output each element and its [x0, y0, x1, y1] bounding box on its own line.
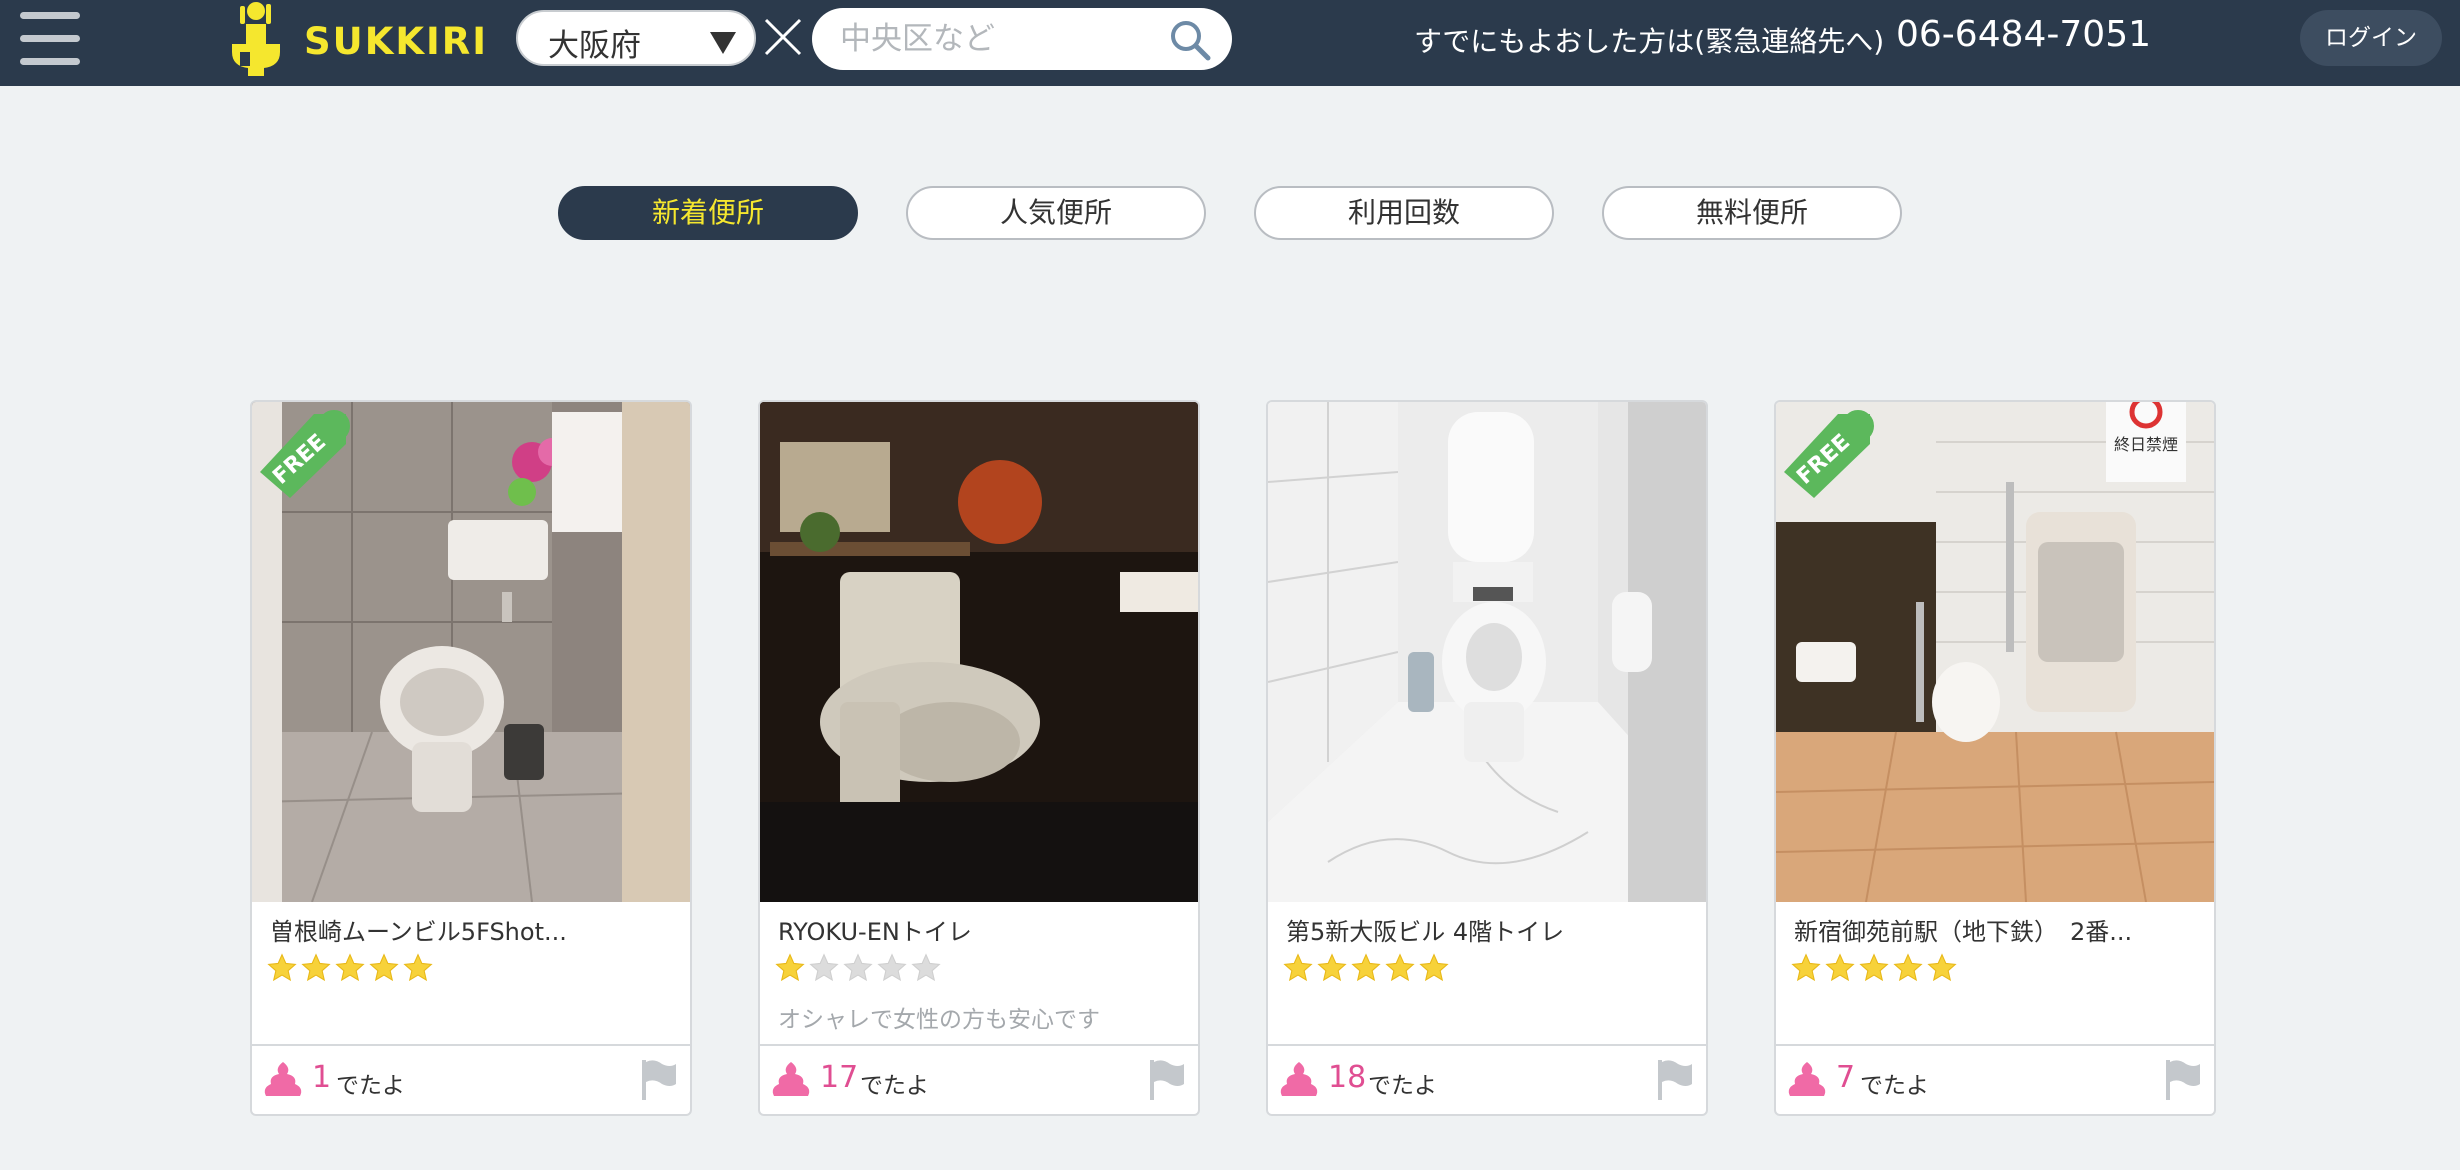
- star-icon: [1927, 953, 1957, 982]
- star-icon: [1859, 953, 1889, 982]
- toilet-card[interactable]: 終日禁煙 FREE 新宿御苑前駅（地下鉄） 2番... 7 でたよ: [1774, 400, 2216, 1116]
- star-icon: [267, 953, 297, 982]
- tab-usage-count[interactable]: 利用回数: [1254, 186, 1554, 240]
- star-icon: [403, 953, 433, 982]
- poop-count: 1: [312, 1060, 332, 1095]
- star-icon: [877, 953, 907, 982]
- toilet-photo: [760, 402, 1198, 902]
- free-badge: FREE: [1784, 410, 1874, 498]
- rating-stars: [1282, 952, 1502, 986]
- poop-icon: [772, 1062, 810, 1096]
- card-footer: 1 でたよ: [252, 1044, 690, 1114]
- free-badge: FREE: [260, 410, 350, 498]
- hamburger-menu-icon[interactable]: [18, 10, 82, 68]
- logo-text: SUKKIRI: [304, 20, 489, 63]
- toilet-comment: オシャレで女性の方も安心です: [778, 1007, 1100, 1033]
- star-icon: [809, 953, 839, 982]
- star-icon: [369, 953, 399, 982]
- star-icon: [1385, 953, 1415, 982]
- login-button[interactable]: ログイン: [2300, 10, 2442, 66]
- star-icon: [1825, 953, 1855, 982]
- site-logo[interactable]: SUKKIRI: [226, 0, 486, 86]
- flag-icon[interactable]: [1654, 1058, 1694, 1102]
- toilet-title: RYOKU-ENトイレ: [778, 918, 972, 946]
- star-icon: [1893, 953, 1923, 982]
- star-icon: [775, 953, 805, 982]
- star-icon: [301, 953, 331, 982]
- card-footer: 17 でたよ: [760, 1044, 1198, 1114]
- poop-count-label: でたよ: [1368, 1073, 1437, 1099]
- poop-count: 7: [1836, 1060, 1856, 1095]
- cross-separator-icon: [764, 18, 802, 56]
- area-search-box: [812, 8, 1232, 70]
- star-icon: [1351, 953, 1381, 982]
- star-icon: [1791, 953, 1821, 982]
- star-icon: [335, 953, 365, 982]
- area-search-input[interactable]: [840, 18, 1140, 60]
- toilet-card[interactable]: FREE 曽根崎ムーンビル5FShot... 1 でたよ: [250, 400, 692, 1116]
- flag-icon[interactable]: [2162, 1058, 2202, 1102]
- svg-text:終日禁煙: 終日禁煙: [2114, 435, 2178, 454]
- tab-popular[interactable]: 人気便所: [906, 186, 1206, 240]
- toilet-photo: 終日禁煙 FREE: [1776, 402, 2214, 902]
- emergency-contact-label: すでにもよおした方は(緊急連絡先へ): [1414, 25, 1885, 58]
- poop-count-label: でたよ: [336, 1073, 405, 1099]
- toilet-photo: FREE: [252, 402, 690, 902]
- logo-toilet-person-icon: [232, 2, 280, 76]
- rating-stars: [266, 952, 486, 986]
- star-icon: [1419, 953, 1449, 982]
- search-icon[interactable]: [1168, 18, 1212, 62]
- prefecture-select[interactable]: 大阪府: [516, 10, 756, 66]
- toilet-title: 第5新大阪ビル 4階トイレ: [1286, 918, 1565, 946]
- toilet-card[interactable]: 第5新大阪ビル 4階トイレ 18 でたよ: [1266, 400, 1708, 1116]
- toilet-title: 新宿御苑前駅（地下鉄） 2番...: [1794, 918, 2133, 946]
- poop-count: 18: [1328, 1060, 1367, 1095]
- rating-stars: [1790, 952, 2010, 986]
- star-icon: [911, 953, 941, 982]
- card-footer: 7 でたよ: [1776, 1044, 2214, 1114]
- chevron-down-icon: [710, 32, 736, 54]
- card-footer: 18 でたよ: [1268, 1044, 1706, 1114]
- poop-icon: [1280, 1062, 1318, 1096]
- tab-free[interactable]: 無料便所: [1602, 186, 1902, 240]
- top-header: SUKKIRI 大阪府 すでにもよおした方は(緊急連絡先へ) 06-6484-7…: [0, 0, 2460, 86]
- poop-count-label: でたよ: [860, 1073, 929, 1099]
- toilet-photo: [1268, 402, 1706, 902]
- star-icon: [843, 953, 873, 982]
- emergency-phone-number[interactable]: 06-6484-7051: [1896, 14, 2151, 55]
- toilet-title: 曽根崎ムーンビル5FShot...: [270, 918, 567, 946]
- poop-count-label: でたよ: [1860, 1073, 1929, 1099]
- tab-new[interactable]: 新着便所: [558, 186, 858, 240]
- prefecture-value: 大阪府: [548, 28, 641, 64]
- star-icon: [1317, 953, 1347, 982]
- poop-icon: [264, 1062, 302, 1096]
- toilet-card[interactable]: RYOKU-ENトイレ オシャレで女性の方も安心です 17 でたよ: [758, 400, 1200, 1116]
- poop-count: 17: [820, 1060, 859, 1095]
- rating-stars: [774, 952, 994, 986]
- star-icon: [1283, 953, 1313, 982]
- flag-icon[interactable]: [1146, 1058, 1186, 1102]
- flag-icon[interactable]: [638, 1058, 678, 1102]
- poop-icon: [1788, 1062, 1826, 1096]
